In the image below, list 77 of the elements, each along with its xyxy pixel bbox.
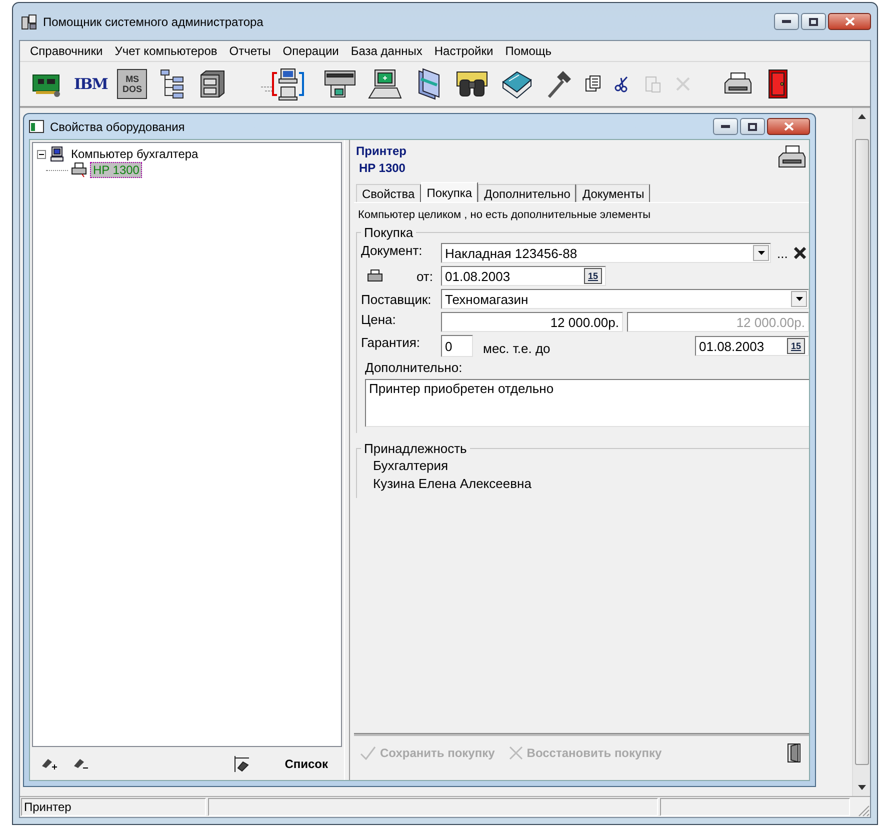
menu-item[interactable]: Учет компьютеров: [108, 42, 224, 60]
close-icon[interactable]: [794, 247, 806, 259]
close-button[interactable]: [767, 118, 810, 135]
scrollbar[interactable]: [852, 108, 870, 796]
menu-item[interactable]: Отчеты: [223, 42, 277, 60]
price-field[interactable]: 12 000.00р.: [441, 312, 623, 332]
minimize-button[interactable]: [774, 13, 799, 30]
printer-icon: [777, 144, 807, 170]
notes-textarea[interactable]: Принтер приобретен отдельно: [365, 379, 809, 427]
browse-button[interactable]: ...: [775, 246, 790, 260]
warranty-field[interactable]: 0: [441, 335, 473, 357]
date-field[interactable]: 01.08.2003 15: [695, 336, 809, 356]
collapse-toggle[interactable]: [37, 150, 46, 158]
dropdown-arrow-icon: [796, 297, 802, 301]
menu-item[interactable]: Операции: [276, 42, 345, 60]
menu-item[interactable]: Помощь: [499, 42, 558, 60]
scrollbar-thumb[interactable]: [854, 139, 868, 765]
maximize-icon: [809, 18, 818, 26]
menu-item[interactable]: Справочники: [24, 42, 109, 60]
printer-icon: [71, 162, 87, 178]
field-label: от:: [416, 268, 434, 284]
field-label: Поставщик:: [361, 292, 432, 306]
resize-grip-icon[interactable]: [858, 805, 870, 817]
field-label: Гарантия:: [361, 335, 422, 350]
minimize-button[interactable]: [713, 118, 738, 135]
tab[interactable]: Дополнительно: [478, 184, 576, 202]
document-dropdown[interactable]: Накладная 123456-88: [441, 243, 771, 263]
field-label: Документ:: [361, 243, 424, 258]
window-title: Свойства оборудования: [50, 120, 186, 134]
note-text: Компьютер целиком , но есть дополнительные элементы: [357, 208, 652, 223]
date-field[interactable]: 01.08.2003 15: [441, 266, 606, 286]
tree-diagram-icon: [159, 68, 186, 100]
tab[interactable]: Свойства: [356, 184, 421, 202]
device-type: Принтер: [356, 144, 406, 158]
maximize-button[interactable]: [740, 118, 765, 135]
group-title: Принадлежность: [363, 441, 468, 456]
close-icon: [674, 75, 692, 93]
door-exit-icon[interactable]: [785, 743, 803, 763]
supplier-dropdown[interactable]: Техномагазин: [441, 289, 809, 309]
close-icon: [844, 17, 854, 26]
tree-item[interactable]: Компьютер бухгалтера: [68, 146, 202, 162]
door-exit-icon: [766, 68, 790, 100]
maximize-button[interactable]: [801, 13, 826, 30]
toolbar-button[interactable]: IBM: [72, 64, 110, 104]
computer-icon: [49, 146, 65, 162]
paste-icon: [644, 75, 662, 93]
calendar-button[interactable]: 15: [787, 338, 805, 354]
maximize-icon: [748, 122, 757, 130]
window-title: Помощник системного администратора: [43, 14, 264, 28]
minimize-icon: [782, 20, 791, 23]
copy-icon: [584, 75, 602, 93]
close-button[interactable]: [828, 13, 871, 30]
printer-icon[interactable]: [367, 269, 383, 283]
owner-name: Кузина Елена Алексеевна: [372, 475, 532, 492]
list-button[interactable]: Список: [278, 756, 334, 772]
department-text: Бухгалтерия: [372, 457, 450, 474]
tab[interactable]: Документы: [576, 184, 650, 202]
menu-item[interactable]: База данных: [344, 42, 428, 60]
tab[interactable]: Покупка: [420, 182, 478, 202]
device-name: HP 1300: [359, 161, 406, 175]
cross-icon: [508, 746, 523, 760]
unit-text: мес. т.е. до: [483, 340, 550, 356]
window-icon: [29, 120, 44, 133]
field-label: Дополнительно:: [365, 360, 462, 375]
minimize-icon: [721, 125, 730, 128]
status-text: Принтер: [21, 798, 206, 816]
scroll-down-icon[interactable]: [858, 785, 866, 790]
menu-item[interactable]: Настройки: [428, 42, 500, 60]
app-icon: [21, 14, 37, 30]
close-icon: [784, 122, 794, 131]
scroll-up-icon[interactable]: [858, 114, 866, 119]
dropdown-arrow-icon: [758, 251, 764, 255]
field-label: Цена:: [361, 312, 397, 327]
checkmark-icon: [360, 746, 376, 760]
calendar-button[interactable]: 15: [584, 268, 602, 284]
group-title: Покупка: [363, 225, 414, 240]
computer-icon: [367, 68, 404, 100]
